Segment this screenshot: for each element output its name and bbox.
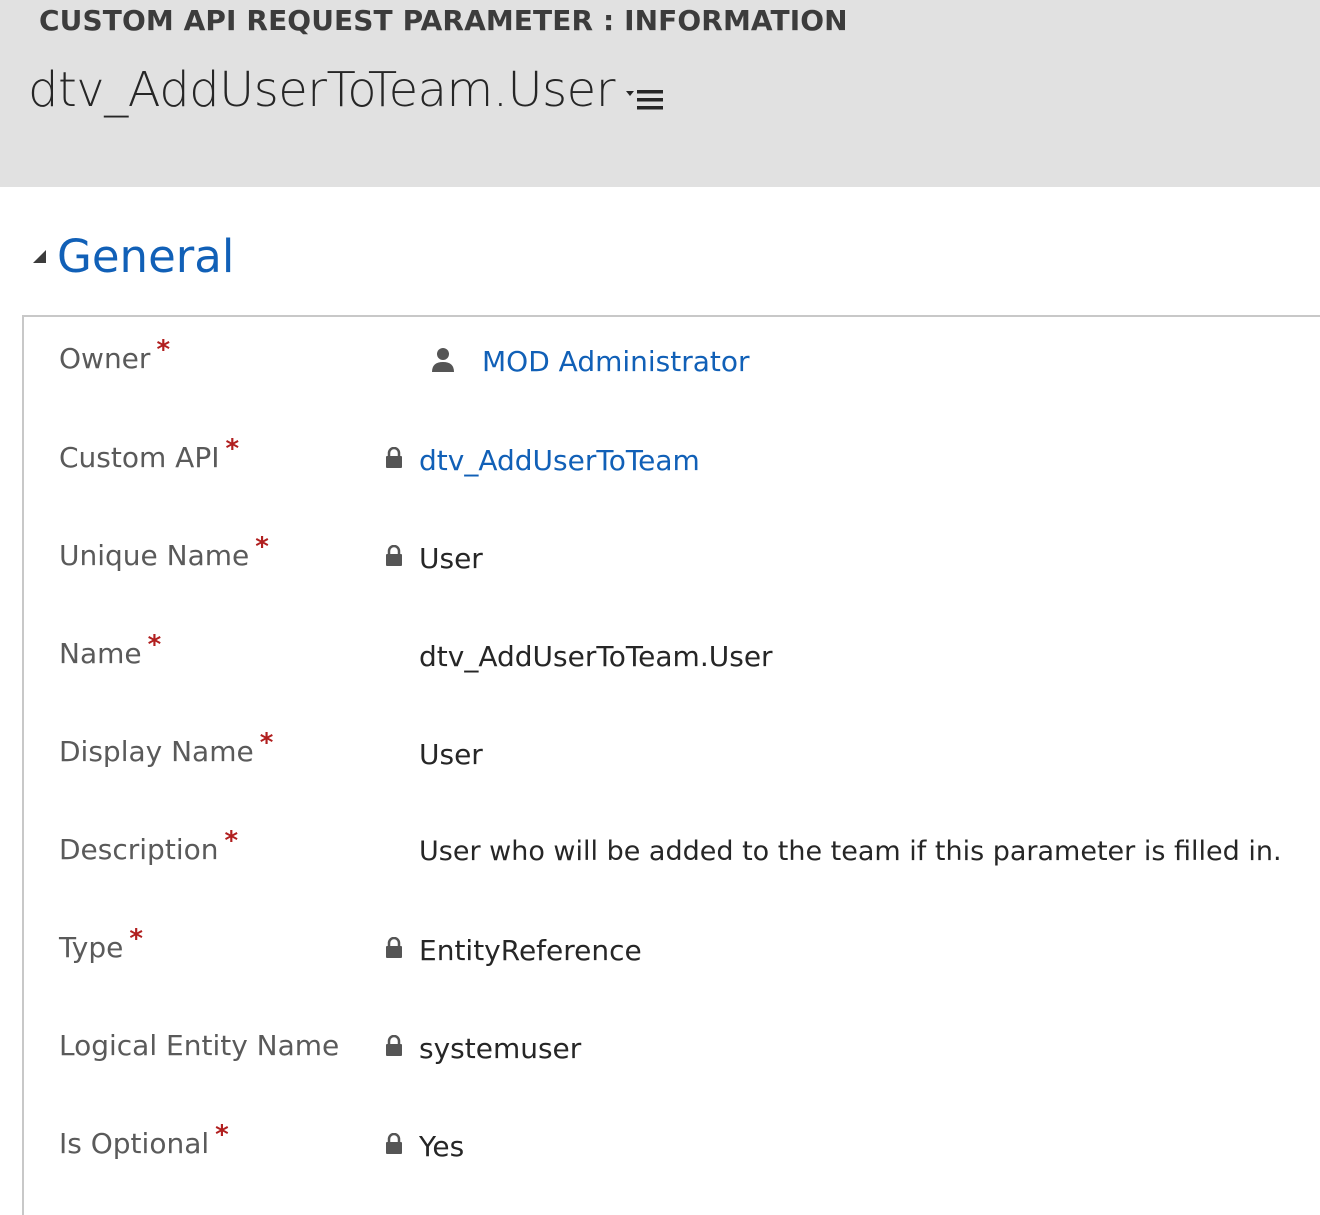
section-title: General [57,229,235,283]
unique-name-value: User [419,542,483,575]
user-icon [432,348,454,372]
required-asterisk: * [259,728,274,758]
custom-api-link[interactable]: dtv_AddUserToTeam [419,444,700,477]
section-general-header[interactable]: General [30,226,234,286]
required-asterisk: * [255,532,269,562]
field-display-name: Display Name * User [24,728,1320,795]
owner-link[interactable]: MOD Administrator [482,345,750,378]
field-label: Custom API * [59,434,240,474]
form-selector-menu-icon[interactable] [626,88,666,112]
is-optional-value: Yes [419,1130,465,1163]
field-label: Owner * [59,335,171,375]
field-label: Type * [59,924,143,964]
lock-icon [386,937,402,958]
field-owner: Owner * MOD Administrator [24,335,1320,402]
name-field[interactable]: dtv_AddUserToTeam.User [419,640,773,673]
lock-icon [386,447,402,468]
lock-icon [386,545,402,566]
required-asterisk: * [215,1120,229,1150]
field-name: Name * dtv_AddUserToTeam.User [24,630,1320,697]
field-label: Unique Name * [59,532,269,572]
field-custom-api: Custom API * dtv_AddUserToTeam [24,434,1320,501]
field-label: Description * [59,826,239,866]
description-field[interactable]: User who will be added to the team if th… [419,836,1282,867]
field-label: Logical Entity Name [59,1029,340,1062]
lock-icon [386,1035,402,1056]
display-name-field[interactable]: User [419,738,483,771]
record-title: dtv_AddUserToTeam.User [28,62,615,118]
field-unique-name: Unique Name * User [24,532,1320,599]
field-is-optional: Is Optional * Yes [24,1120,1320,1187]
required-asterisk: * [156,335,171,365]
general-section-form: Owner * MOD Administrator Custom API * dtv… [22,315,1320,1215]
field-label: Display Name * [59,728,274,768]
form-header: CUSTOM API REQUEST PARAMETER : INFORMATI… [0,0,1320,187]
required-asterisk: * [225,434,240,464]
field-label: Is Optional * [59,1120,229,1160]
type-value: EntityReference [419,934,642,967]
field-logical-entity-name: Logical Entity Name systemuser [24,1029,1320,1089]
field-type: Type * EntityReference [24,924,1320,991]
required-asterisk: * [129,924,143,954]
field-description: Description * User who will be added to t… [24,826,1320,893]
required-asterisk: * [224,826,239,856]
lock-icon [386,1133,402,1154]
field-label: Name * [59,630,162,670]
entity-type-label: CUSTOM API REQUEST PARAMETER : INFORMATI… [39,4,848,37]
logical-entity-name-value: systemuser [419,1032,582,1065]
required-asterisk: * [147,630,162,660]
collapse-triangle-icon[interactable] [30,246,50,266]
